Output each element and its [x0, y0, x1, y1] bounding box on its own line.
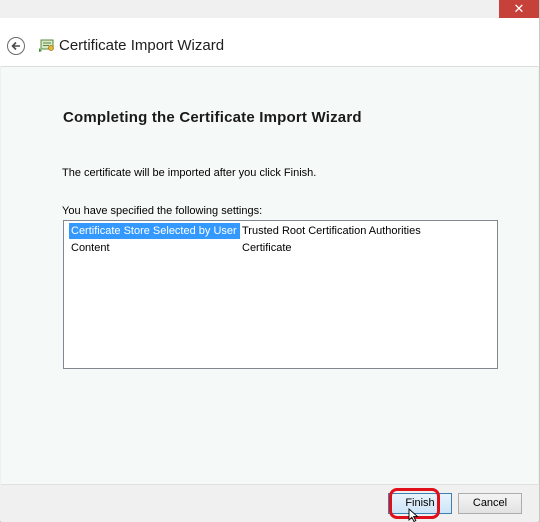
setting-key: Content — [71, 242, 110, 254]
cancel-button[interactable]: Cancel — [458, 493, 522, 514]
setting-value: Trusted Root Certification Authorities — [242, 225, 421, 237]
setting-value: Certificate — [242, 242, 292, 254]
wizard-title: Certificate Import Wizard — [59, 37, 225, 54]
settings-list[interactable]: Certificate Store Selected by User Trust… — [63, 220, 498, 369]
back-button[interactable] — [7, 37, 25, 55]
mouse-cursor-icon — [408, 508, 419, 522]
back-arrow-icon — [11, 41, 20, 51]
settings-label: You have specified the following setting… — [62, 205, 263, 217]
wizard-content: Completing the Certificate Import Wizard… — [1, 66, 538, 484]
list-item[interactable]: Certificate Store Selected by User Trust… — [64, 223, 497, 239]
list-item[interactable]: Content Certificate — [64, 240, 497, 256]
close-button[interactable]: ✕ — [499, 0, 539, 18]
wizard-window: ✕ Certificate Import Wizard Completing t… — [0, 0, 540, 522]
wizard-footer: Finish Cancel — [1, 484, 538, 522]
wizard-header: Certificate Import Wizard — [0, 18, 539, 66]
page-heading: Completing the Certificate Import Wizard — [63, 109, 362, 126]
certificate-wizard-icon — [39, 39, 54, 52]
setting-key: Certificate Store Selected by User — [69, 223, 240, 239]
close-icon: ✕ — [513, 1, 525, 16]
page-description: The certificate will be imported after y… — [62, 167, 317, 179]
